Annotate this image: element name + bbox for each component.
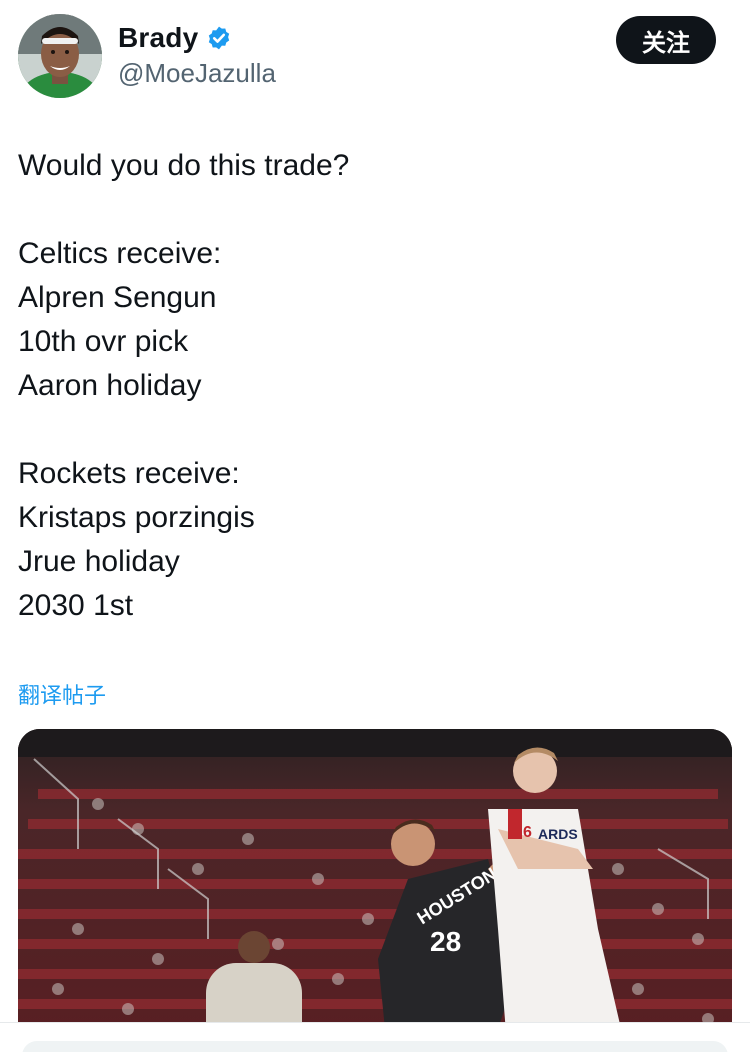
opponent-jersey-number: 6 <box>523 824 532 841</box>
verified-badge-icon <box>206 25 232 51</box>
avatar[interactable] <box>18 14 102 98</box>
tweet-line: Aaron holiday <box>18 369 202 402</box>
tweet-line: Would you do this trade? <box>18 149 350 182</box>
display-name[interactable]: Brady <box>118 22 198 54</box>
tweet-line: 2030 1st <box>18 589 134 622</box>
tweet-line: 10th ovr pick <box>18 325 189 358</box>
bottom-bar <box>0 1022 750 1052</box>
follow-button[interactable]: 关注 <box>616 16 716 64</box>
translate-post-link[interactable]: 翻译帖子 <box>18 678 106 710</box>
tweet-line: Jrue holiday <box>18 545 180 578</box>
opponent-jersey-text: ARDS <box>538 826 578 842</box>
tweet-line: Alpren Sengun <box>18 281 217 314</box>
tweet-text: Would you do this trade? Celtics receive:… <box>18 144 728 628</box>
tweet-header: Brady @MoeJazulla 关注 <box>0 0 750 110</box>
tweet-media-image[interactable]: HOUSTON 28 ARDS 6 <box>18 729 732 1052</box>
name-row: Brady <box>118 22 232 54</box>
reply-bar[interactable] <box>22 1041 728 1052</box>
tweet-line: Rockets receive: <box>18 457 240 490</box>
user-handle[interactable]: @MoeJazulla <box>118 58 276 89</box>
tweet-line: Kristaps porzingis <box>18 501 255 534</box>
jersey-number: 28 <box>430 926 461 957</box>
tweet-line: Celtics receive: <box>18 237 222 270</box>
